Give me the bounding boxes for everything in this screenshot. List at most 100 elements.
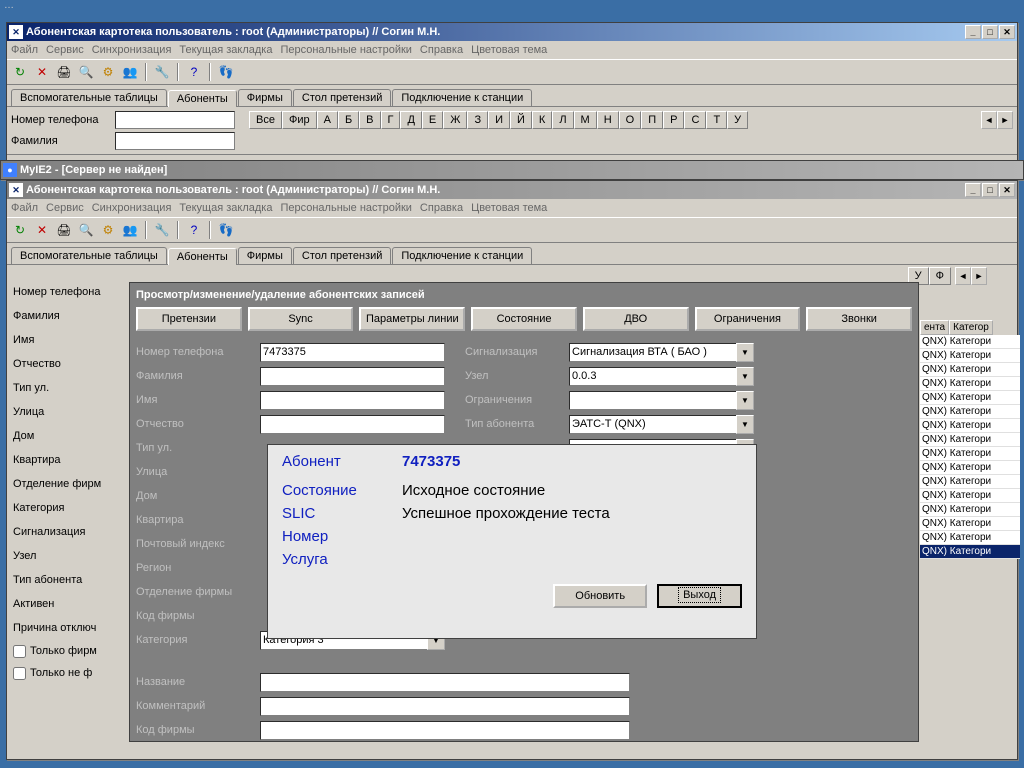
input-lastname[interactable] <box>115 132 235 150</box>
dropdown-icon[interactable]: ▼ <box>736 391 754 410</box>
menu-tab[interactable]: Текущая закладка <box>179 44 272 56</box>
menu-file[interactable]: Файл <box>11 202 38 214</box>
alpha-scroll-left[interactable]: ◄ <box>981 111 997 129</box>
menu-file[interactable]: Файл <box>11 44 38 56</box>
help-icon[interactable]: ? <box>185 221 203 239</box>
menu-help[interactable]: Справка <box>420 202 463 214</box>
close-button[interactable]: ✕ <box>999 183 1015 197</box>
search-icon[interactable]: 🔍 <box>77 221 95 239</box>
tab-claims[interactable]: Стол претензий <box>293 89 391 106</box>
alpha-scroll-left[interactable]: ◄ <box>955 267 971 285</box>
text-input[interactable] <box>260 673 630 692</box>
panel-button[interactable]: Параметры линии <box>359 307 465 331</box>
maximize-button[interactable]: □ <box>982 183 998 197</box>
tools-icon[interactable]: 🔧 <box>153 63 171 81</box>
alpha-Г[interactable]: Г <box>381 111 401 129</box>
alpha-Е[interactable]: Е <box>422 111 443 129</box>
minimize-button[interactable]: _ <box>965 183 981 197</box>
alpha-В[interactable]: В <box>359 111 380 129</box>
gear-icon[interactable]: ⚙ <box>99 221 117 239</box>
menu-service[interactable]: Сервис <box>46 44 84 56</box>
tab-connect[interactable]: Подключение к станции <box>392 247 532 264</box>
search-icon[interactable]: 🔍 <box>77 63 95 81</box>
list-item[interactable]: QNX) Категори <box>920 405 1020 419</box>
alpha-Фир[interactable]: Фир <box>282 111 317 129</box>
menu-settings[interactable]: Персональные настройки <box>280 202 411 214</box>
alpha-Ж[interactable]: Ж <box>443 111 467 129</box>
alpha-У[interactable]: У <box>727 111 748 129</box>
alpha-Й[interactable]: Й <box>510 111 532 129</box>
list-item[interactable]: QNX) Категори <box>920 433 1020 447</box>
dropdown-icon[interactable]: ▼ <box>736 367 754 386</box>
list-item[interactable]: QNX) Категори <box>920 349 1020 363</box>
tab-aux[interactable]: Вспомогательные таблицы <box>11 89 167 106</box>
input-phone[interactable] <box>115 111 235 129</box>
help-icon[interactable]: ? <box>185 63 203 81</box>
menu-sync[interactable]: Синхронизация <box>92 202 172 214</box>
list-item[interactable]: QNX) Категори <box>920 419 1020 433</box>
text-input[interactable] <box>260 391 445 410</box>
tab-claims[interactable]: Стол претензий <box>293 247 391 264</box>
alpha-Все[interactable]: Все <box>249 111 282 129</box>
list-item[interactable]: QNX) Категори <box>920 447 1020 461</box>
menu-service[interactable]: Сервис <box>46 202 84 214</box>
alpha-Н[interactable]: Н <box>597 111 619 129</box>
exit-button[interactable]: Выход <box>657 584 742 608</box>
refresh-icon[interactable]: ↻ <box>11 63 29 81</box>
list-item[interactable]: QNX) Категори <box>920 461 1020 475</box>
maximize-button[interactable]: □ <box>982 25 998 39</box>
combo-input[interactable] <box>569 391 736 410</box>
dropdown-icon[interactable]: ▼ <box>736 343 754 362</box>
list-item[interactable]: QNX) Категори <box>920 489 1020 503</box>
combo-input[interactable] <box>569 367 736 386</box>
titlebar-myie[interactable]: ● MyIE2 - [Сервер не найден] <box>1 161 1023 179</box>
panel-button[interactable]: Состояние <box>471 307 577 331</box>
minimize-button[interactable]: _ <box>965 25 981 39</box>
text-input[interactable] <box>260 721 630 740</box>
list-item[interactable]: QNX) Категори <box>920 335 1020 349</box>
print-icon[interactable]: 🖨 <box>55 221 73 239</box>
tab-subscribers[interactable]: Абоненты <box>168 90 237 107</box>
list-item[interactable]: QNX) Категори <box>920 545 1020 559</box>
list-item[interactable]: QNX) Категори <box>920 391 1020 405</box>
alpha-Р[interactable]: Р <box>663 111 684 129</box>
delete-icon[interactable]: ✕ <box>33 221 51 239</box>
list-item[interactable]: QNX) Категори <box>920 517 1020 531</box>
alpha-И[interactable]: И <box>488 111 510 129</box>
dropdown-icon[interactable]: ▼ <box>736 415 754 434</box>
close-button[interactable]: ✕ <box>999 25 1015 39</box>
menu-tab[interactable]: Текущая закладка <box>179 202 272 214</box>
tab-firms[interactable]: Фирмы <box>238 89 292 106</box>
footprints-icon[interactable]: 👣 <box>217 221 235 239</box>
tab-aux[interactable]: Вспомогательные таблицы <box>11 247 167 264</box>
menu-settings[interactable]: Персональные настройки <box>280 44 411 56</box>
tab-subscribers[interactable]: Абоненты <box>168 248 237 265</box>
text-input[interactable] <box>260 367 445 386</box>
menu-sync[interactable]: Синхронизация <box>92 44 172 56</box>
menu-help[interactable]: Справка <box>420 44 463 56</box>
delete-icon[interactable]: ✕ <box>33 63 51 81</box>
menu-theme[interactable]: Цветовая тема <box>471 202 547 214</box>
combo-input[interactable] <box>569 343 736 362</box>
text-input[interactable] <box>260 697 630 716</box>
alpha-Б[interactable]: Б <box>338 111 359 129</box>
filter-checkbox[interactable] <box>13 645 26 658</box>
menu-theme[interactable]: Цветовая тема <box>471 44 547 56</box>
panel-button[interactable]: Звонки <box>806 307 912 331</box>
tab-connect[interactable]: Подключение к станции <box>392 89 532 106</box>
panel-button[interactable]: ДВО <box>583 307 689 331</box>
alpha-П[interactable]: П <box>641 111 663 129</box>
alpha-М[interactable]: М <box>574 111 597 129</box>
alpha-А[interactable]: А <box>317 111 338 129</box>
combo-input[interactable] <box>569 415 736 434</box>
alpha-Д[interactable]: Д <box>400 111 421 129</box>
panel-button[interactable]: Претензии <box>136 307 242 331</box>
alpha-З[interactable]: З <box>467 111 488 129</box>
list-item[interactable]: QNX) Категори <box>920 475 1020 489</box>
gear-icon[interactable]: ⚙ <box>99 63 117 81</box>
refresh-icon[interactable]: ↻ <box>11 221 29 239</box>
col-header[interactable]: ента <box>920 320 949 335</box>
list-item[interactable]: QNX) Категори <box>920 363 1020 377</box>
phone-input[interactable] <box>260 343 445 362</box>
panel-button[interactable]: Sync <box>248 307 354 331</box>
